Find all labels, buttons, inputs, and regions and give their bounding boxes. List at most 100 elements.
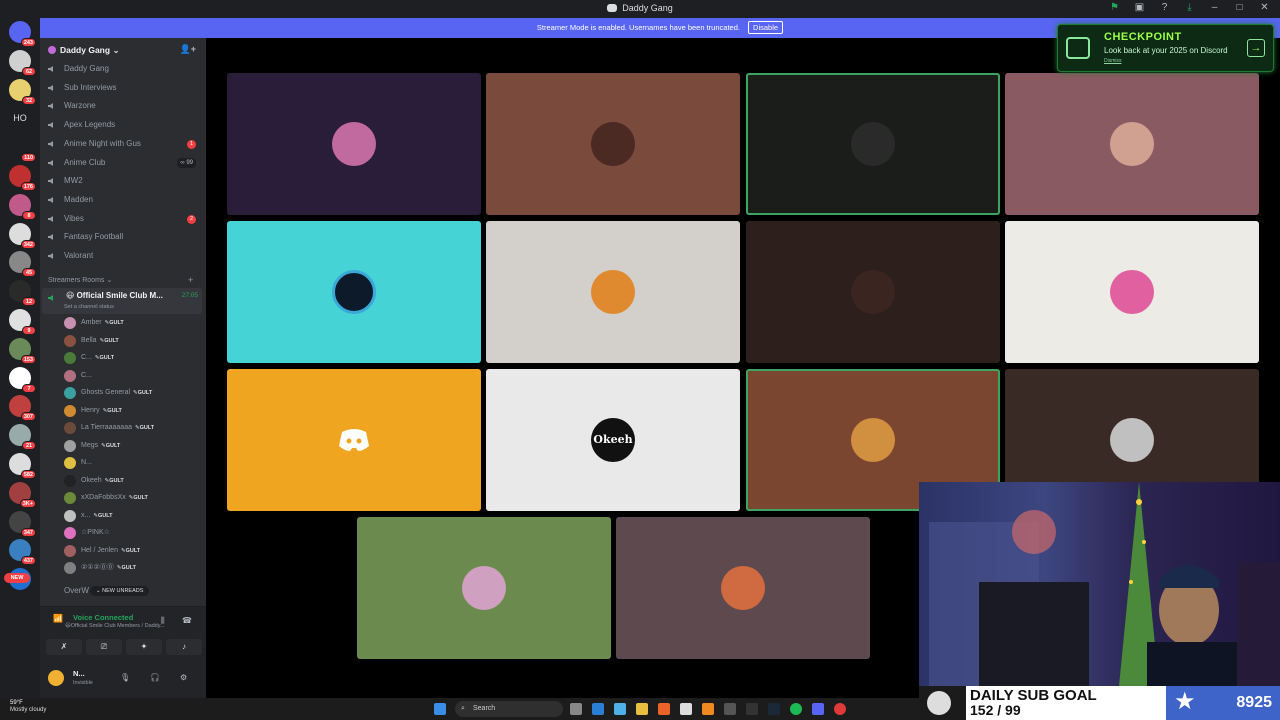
server-icon[interactable]: 153 bbox=[9, 337, 36, 364]
server-icon[interactable]: 3K+ bbox=[9, 481, 36, 508]
disconnect-icon[interactable]: ☎ bbox=[182, 616, 192, 625]
server-icon[interactable]: 21 bbox=[9, 424, 36, 451]
guild-header[interactable]: Daddy Gang ⌄ 👤+ bbox=[40, 38, 206, 62]
download-icon[interactable]: ⤓ bbox=[1184, 2, 1195, 13]
video-tile[interactable] bbox=[486, 221, 740, 363]
activities-button[interactable]: ✦ bbox=[126, 639, 162, 655]
voice-user[interactable]: x... ✎GULT bbox=[62, 507, 113, 525]
screen-share-button[interactable]: ⎚ bbox=[86, 639, 122, 655]
help-icon[interactable]: ? bbox=[1159, 2, 1170, 13]
voice-user[interactable]: Ghosts General ✎GULT bbox=[62, 384, 152, 402]
arrow-right-icon[interactable]: → bbox=[1247, 39, 1265, 57]
active-voice-channel[interactable]: 😃 Official Smile Club M... 27:05 Set a c… bbox=[42, 288, 202, 314]
mic-icon[interactable]: 🎙 bbox=[120, 673, 130, 682]
voice-channel[interactable]: Valorant bbox=[40, 247, 206, 265]
server-icon[interactable]: 110 bbox=[9, 136, 36, 163]
chrome-icon[interactable] bbox=[834, 703, 846, 715]
voice-user[interactable]: C... bbox=[62, 367, 92, 385]
voice-channel[interactable]: MW2 bbox=[40, 172, 206, 190]
server-icon[interactable]: 243 bbox=[9, 21, 36, 47]
video-tile[interactable]: Okeeh bbox=[486, 369, 740, 511]
voice-user[interactable]: xXDaFobbsXx ✎GULT bbox=[62, 489, 148, 507]
copilot-icon[interactable] bbox=[614, 703, 626, 715]
voice-channel[interactable]: Warzone bbox=[40, 97, 206, 115]
add-channel-icon[interactable]: + bbox=[188, 275, 193, 285]
video-tile[interactable] bbox=[227, 221, 481, 363]
server-icon[interactable]: HO bbox=[9, 107, 31, 129]
checkpoint-notice[interactable]: CHECKPOINT Look back at your 2025 on Dis… bbox=[1057, 24, 1274, 72]
server-icon[interactable]: NEW bbox=[4, 568, 31, 591]
noise-suppression-icon[interactable]: ⫼ bbox=[161, 616, 165, 626]
flag-icon[interactable]: ⚑ bbox=[1109, 2, 1120, 13]
server-icon[interactable]: 342 bbox=[9, 222, 36, 249]
voice-user[interactable]: Henry ✎GULT bbox=[62, 402, 122, 420]
server-icon[interactable]: 347 bbox=[9, 510, 36, 537]
video-tile[interactable] bbox=[746, 221, 1000, 363]
voice-channel[interactable]: Anime Night with Gus 1 bbox=[40, 135, 206, 153]
voice-channel[interactable]: Vibes 2 bbox=[40, 210, 206, 228]
close-icon[interactable]: ✕ bbox=[1259, 2, 1270, 13]
taskbar-search[interactable]: ⌕ Search bbox=[455, 701, 563, 717]
voice-user[interactable]: Megs ✎GULT bbox=[62, 437, 120, 455]
discord-taskbar-icon[interactable] bbox=[812, 703, 824, 715]
voice-user[interactable]: ☆PINK☆ bbox=[62, 524, 110, 542]
settings-icon[interactable]: ⚙ bbox=[180, 673, 187, 682]
voice-user[interactable]: Hel / Jenlen ✎GULT bbox=[62, 542, 140, 560]
video-tile[interactable] bbox=[616, 517, 870, 659]
maximize-icon[interactable]: □ bbox=[1234, 2, 1245, 13]
obs-icon[interactable] bbox=[724, 703, 736, 715]
weather-widget[interactable]: 59°F Mostly cloudy bbox=[10, 700, 46, 714]
video-tile[interactable] bbox=[1005, 73, 1259, 215]
video-tile[interactable] bbox=[227, 73, 481, 215]
server-icon[interactable]: 12 bbox=[9, 280, 36, 307]
voice-user[interactable]: La Tierraaaaaaa ✎GULT bbox=[62, 419, 154, 437]
voice-channel[interactable]: Sub Interviews bbox=[40, 79, 206, 97]
server-icon[interactable]: 8 bbox=[9, 193, 36, 220]
voice-user[interactable]: Amber ✎GULT bbox=[62, 314, 124, 332]
server-icon[interactable]: 32 bbox=[9, 78, 36, 105]
server-icon[interactable]: 9 bbox=[9, 309, 36, 335]
channel-overw[interactable]: OverW bbox=[48, 586, 89, 595]
voice-user[interactable]: C... ✎GULT bbox=[62, 349, 114, 367]
voice-channel[interactable]: Madden bbox=[40, 191, 206, 209]
new-unreads-pill[interactable]: ⌄ NEW UNREADS bbox=[90, 586, 150, 596]
minimize-icon[interactable]: – bbox=[1209, 2, 1220, 13]
server-icon[interactable]: 437 bbox=[9, 539, 36, 566]
spotify-icon[interactable] bbox=[790, 703, 802, 715]
voice-channel[interactable]: Daddy Gang bbox=[40, 60, 206, 78]
edge-icon[interactable] bbox=[592, 703, 604, 715]
channel-status[interactable]: Set a channel status bbox=[64, 304, 114, 310]
video-tile[interactable] bbox=[357, 517, 611, 659]
video-tile[interactable] bbox=[746, 73, 1000, 215]
voice-user[interactable]: ②①②⓪⓪ ✎GULT bbox=[62, 559, 136, 577]
checkpoint-dismiss[interactable]: Dismiss bbox=[1104, 58, 1122, 64]
voice-channel[interactable]: Fantasy Football bbox=[40, 228, 206, 246]
task-view-icon[interactable] bbox=[570, 703, 582, 715]
server-icon[interactable]: 307 bbox=[9, 395, 36, 422]
headphones-icon[interactable]: 🎧 bbox=[150, 673, 160, 682]
category-streamers-rooms[interactable]: Streamers Rooms ⌄ + bbox=[48, 275, 193, 285]
server-icon[interactable]: 582 bbox=[9, 453, 36, 479]
video-tile[interactable] bbox=[227, 369, 481, 511]
vlc-icon[interactable] bbox=[702, 703, 714, 715]
server-icon[interactable]: 7 bbox=[9, 366, 36, 393]
video-tile[interactable] bbox=[486, 73, 740, 215]
video-tile[interactable] bbox=[1005, 221, 1259, 363]
server-icon[interactable]: 176 bbox=[9, 165, 36, 191]
steam-icon[interactable] bbox=[768, 703, 780, 715]
voice-user[interactable]: N... bbox=[62, 454, 92, 472]
voice-user[interactable]: Okeeh ✎GULT bbox=[62, 472, 124, 490]
camera-button[interactable]: ✗ bbox=[46, 639, 82, 655]
avatar[interactable] bbox=[48, 670, 64, 686]
inbox-icon[interactable]: ▣ bbox=[1134, 2, 1145, 13]
start-icon[interactable] bbox=[434, 703, 446, 715]
server-icon[interactable]: 62 bbox=[9, 49, 36, 76]
voice-user[interactable]: Bella ✎GULT bbox=[62, 332, 119, 350]
signal-icon[interactable]: 📶 bbox=[53, 614, 63, 623]
firefox-icon[interactable] bbox=[658, 703, 670, 715]
soundboard-button[interactable]: ♪ bbox=[166, 639, 202, 655]
voice-channel[interactable]: Anime Club ∞ 99 bbox=[40, 154, 206, 172]
disable-streamer-mode-button[interactable]: Disable bbox=[748, 21, 784, 34]
app-icon[interactable] bbox=[680, 703, 692, 715]
terminal-icon[interactable] bbox=[746, 703, 758, 715]
